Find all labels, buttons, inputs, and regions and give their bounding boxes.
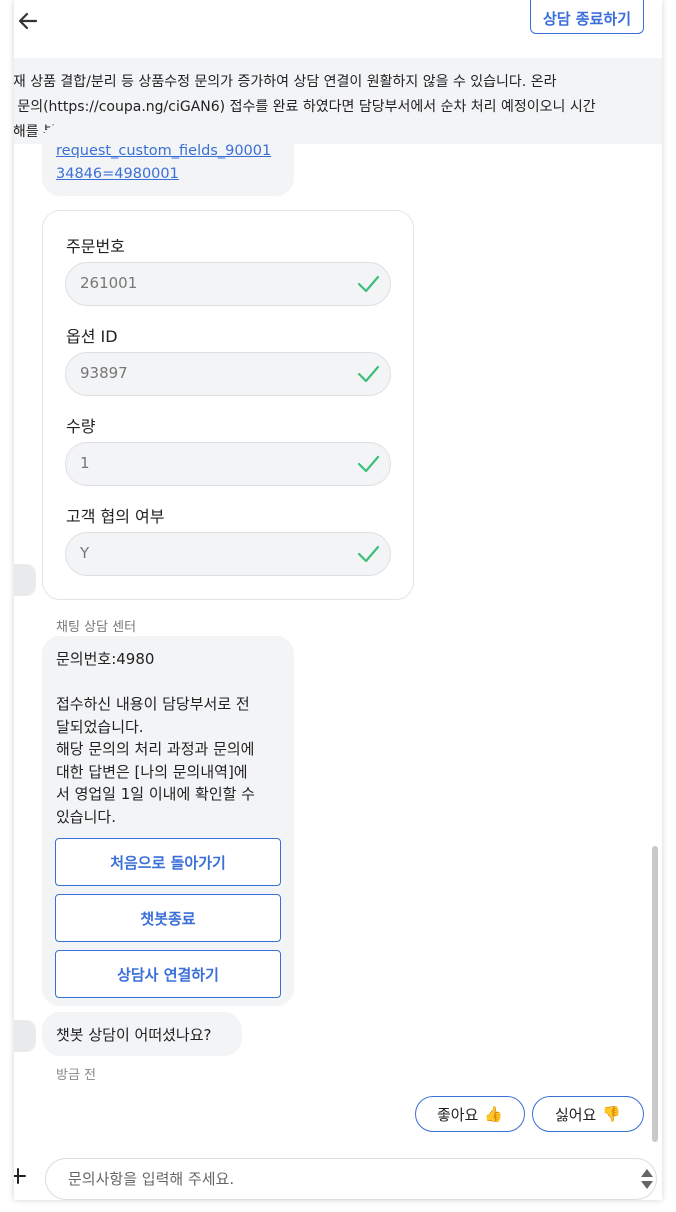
notice-line: 현재 상품 결합/분리 등 상품수정 문의가 증가하여 상담 연결이 원활하지 … (14, 74, 557, 90)
message-line: 접수하신 내용이 담당부서로 전 (56, 695, 250, 713)
back-arrow-icon[interactable] (16, 8, 42, 34)
message-line: 있습니다. (56, 807, 116, 826)
chat-area: request_custom_fields_90001 34846=498000… (14, 124, 662, 1144)
composer-bar (14, 1150, 662, 1200)
check-icon (356, 543, 380, 565)
customer-agreement-value: Y (80, 544, 90, 562)
restart-button[interactable]: 처음으로 돌아가기 (55, 838, 281, 886)
message-line: 해당 문의의 처리 과정과 문의에 (56, 740, 255, 758)
message-timestamp: 방금 전 (56, 1068, 97, 1083)
order-number-label: 주문번호 (66, 237, 125, 256)
dislike-button[interactable]: 싫어요 👎 (532, 1096, 644, 1132)
notice-line: 인 문의(https://coupa.ng/ciGAN6) 접수를 완료 하였다… (14, 99, 596, 115)
message-line: 서 영업일 1일 이내에 확인할 수 (56, 785, 255, 803)
end-chat-button[interactable]: 상담 종료하기 (530, 0, 644, 34)
chat-scrollbar[interactable] (650, 144, 658, 1144)
bot-avatar (14, 1020, 36, 1052)
top-bar: 상담 종료하기 (14, 0, 662, 58)
check-icon (356, 363, 380, 385)
customer-agreement-field: Y (65, 532, 391, 576)
chat-window: 상담 종료하기 현재 상품 결합/분리 등 상품수정 문의가 증가하여 상담 연… (14, 0, 662, 1200)
inquiry-number: 문의번호:4980 (56, 650, 155, 668)
like-label: 좋아요 (436, 1105, 479, 1124)
quantity-label: 수량 (66, 417, 96, 436)
check-icon (356, 273, 380, 295)
link-message-bubble: request_custom_fields_90001 34846=498000… (42, 124, 294, 196)
request-link-line[interactable]: 34846=4980001 (56, 163, 271, 186)
request-link[interactable]: request_custom_fields_90001 34846=498000… (56, 140, 271, 186)
end-chatbot-button[interactable]: 챗봇종료 (55, 894, 281, 942)
survey-bubble: 챗봇 상담이 어떠셨나요? (42, 1012, 242, 1056)
option-id-field: 93897 (65, 352, 391, 396)
bot-message-text: 문의번호:4980 접수하신 내용이 담당부서로 전 달되었습니다. 해당 문의… (56, 648, 288, 828)
order-form-card: 주문번호 261001 옵션 ID 93897 수량 1 고객 협의 여부 Y (42, 210, 414, 600)
quantity-value: 1 (80, 454, 90, 472)
option-id-label: 옵션 ID (66, 327, 118, 346)
option-id-value: 93897 (80, 364, 128, 382)
sender-name: 채팅 상담 센터 (56, 620, 137, 635)
dislike-label: 싫어요 (554, 1105, 597, 1124)
order-number-field: 261001 (65, 262, 391, 306)
scrollbar-thumb[interactable] (652, 846, 658, 1142)
bot-avatar (14, 564, 36, 596)
connect-agent-button[interactable]: 상담사 연결하기 (55, 950, 281, 998)
order-number-value: 261001 (80, 274, 138, 292)
check-icon (356, 453, 380, 475)
thumbs-up-icon: 👍 (484, 1105, 504, 1123)
like-button[interactable]: 좋아요 👍 (415, 1096, 525, 1132)
message-line: 달되었습니다. (56, 717, 144, 736)
thumbs-down-icon: 👎 (602, 1105, 622, 1123)
scroll-arrows-icon[interactable] (640, 1168, 654, 1190)
message-line: 대한 답변은 [나의 문의내역]에 (56, 762, 248, 781)
bot-message-bubble: 문의번호:4980 접수하신 내용이 담당부서로 전 달되었습니다. 해당 문의… (42, 636, 294, 1006)
message-input[interactable] (45, 1158, 657, 1200)
customer-agreement-label: 고객 협의 여부 (66, 507, 165, 526)
quantity-field: 1 (65, 442, 391, 486)
request-link-line[interactable]: request_custom_fields_90001 (56, 140, 271, 163)
plus-icon[interactable] (14, 1168, 26, 1184)
survey-question: 챗봇 상담이 어떠셨나요? (56, 1026, 212, 1044)
